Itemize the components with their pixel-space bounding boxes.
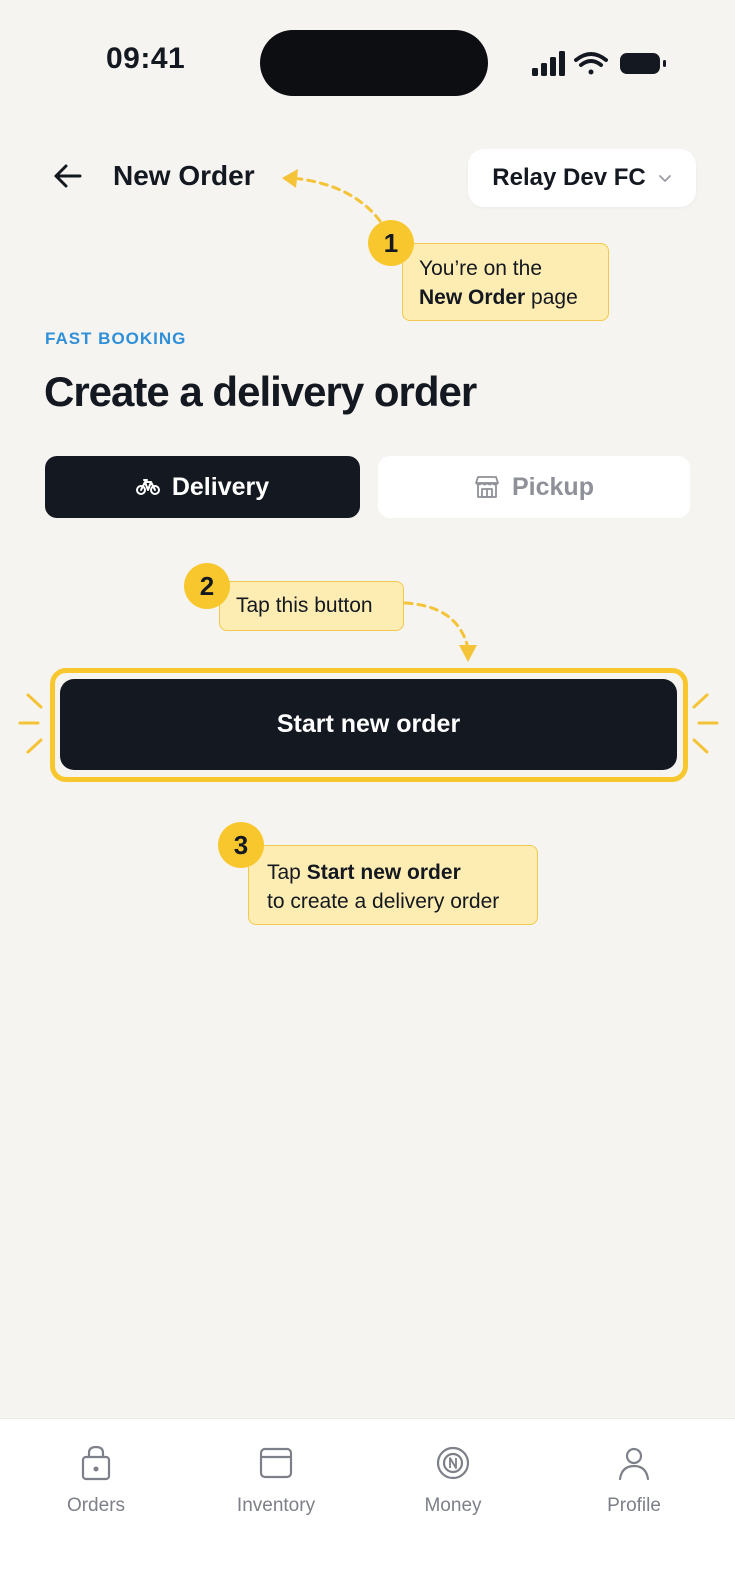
bottom-nav: Orders Inventory Money Profile <box>0 1418 735 1586</box>
person-icon <box>618 1447 650 1481</box>
nav-label-orders: Orders <box>66 1495 126 1516</box>
annotation-1-bold: New Order <box>419 286 526 309</box>
coin-icon <box>436 1446 470 1480</box>
arrow-2-path <box>403 601 470 650</box>
arrow-2-head <box>459 645 477 662</box>
annotation-badge-1: 1 <box>368 220 414 266</box>
segment-delivery[interactable]: Delivery <box>45 456 360 518</box>
eyebrow-label: FAST BOOKING <box>45 329 187 348</box>
status-time: 09:41 <box>106 42 186 75</box>
org-selector-label: Relay Dev FC <box>492 164 646 191</box>
annotation-3-bold: Start new order <box>306 861 461 884</box>
nav-label-money: Money <box>424 1495 482 1516</box>
annotation-callout-1: You’re on the New Order page <box>402 243 609 321</box>
app-screen: 09:41 New Order Relay Dev FC You’re on t… <box>0 0 735 1586</box>
page-heading: Create a delivery order <box>44 368 477 415</box>
start-new-order-button[interactable]: Start new order <box>60 679 677 770</box>
annotation-callout-3: Tap Start new order to create a delivery… <box>248 845 538 925</box>
segment-delivery-label: Delivery <box>171 472 270 501</box>
battery-icon <box>620 53 666 74</box>
segment-pickup[interactable]: Pickup <box>378 456 690 518</box>
nav-item-orders[interactable]: Orders <box>26 1419 166 1539</box>
nav-label-inventory: Inventory <box>236 1495 316 1516</box>
nav-label-profile: Profile <box>607 1495 661 1516</box>
annotation-badge-2: 2 <box>184 563 230 609</box>
segment-pickup-label: Pickup <box>512 472 594 501</box>
nav-item-inventory[interactable]: Inventory <box>206 1419 346 1539</box>
arrow-1-head <box>282 169 298 188</box>
annotation-callout-2: Tap this button <box>219 581 404 631</box>
signal-icon <box>532 51 565 76</box>
org-selector[interactable]: Relay Dev FC <box>468 149 696 207</box>
bicycle-icon <box>135 479 160 495</box>
nav-item-money[interactable]: Money <box>383 1419 523 1539</box>
back-arrow-icon[interactable] <box>46 154 90 198</box>
wifi-icon <box>574 52 608 75</box>
arrow-1-path <box>290 176 382 223</box>
chevron-down-icon <box>658 175 671 182</box>
page-title: New Order <box>113 160 255 191</box>
annotation-badge-3: 3 <box>218 822 264 868</box>
inventory-icon <box>259 1447 293 1479</box>
dynamic-island <box>260 30 488 96</box>
lock-bag-icon <box>81 1445 111 1481</box>
status-icons <box>532 51 666 76</box>
store-icon <box>475 476 499 498</box>
nav-item-profile[interactable]: Profile <box>564 1419 704 1539</box>
